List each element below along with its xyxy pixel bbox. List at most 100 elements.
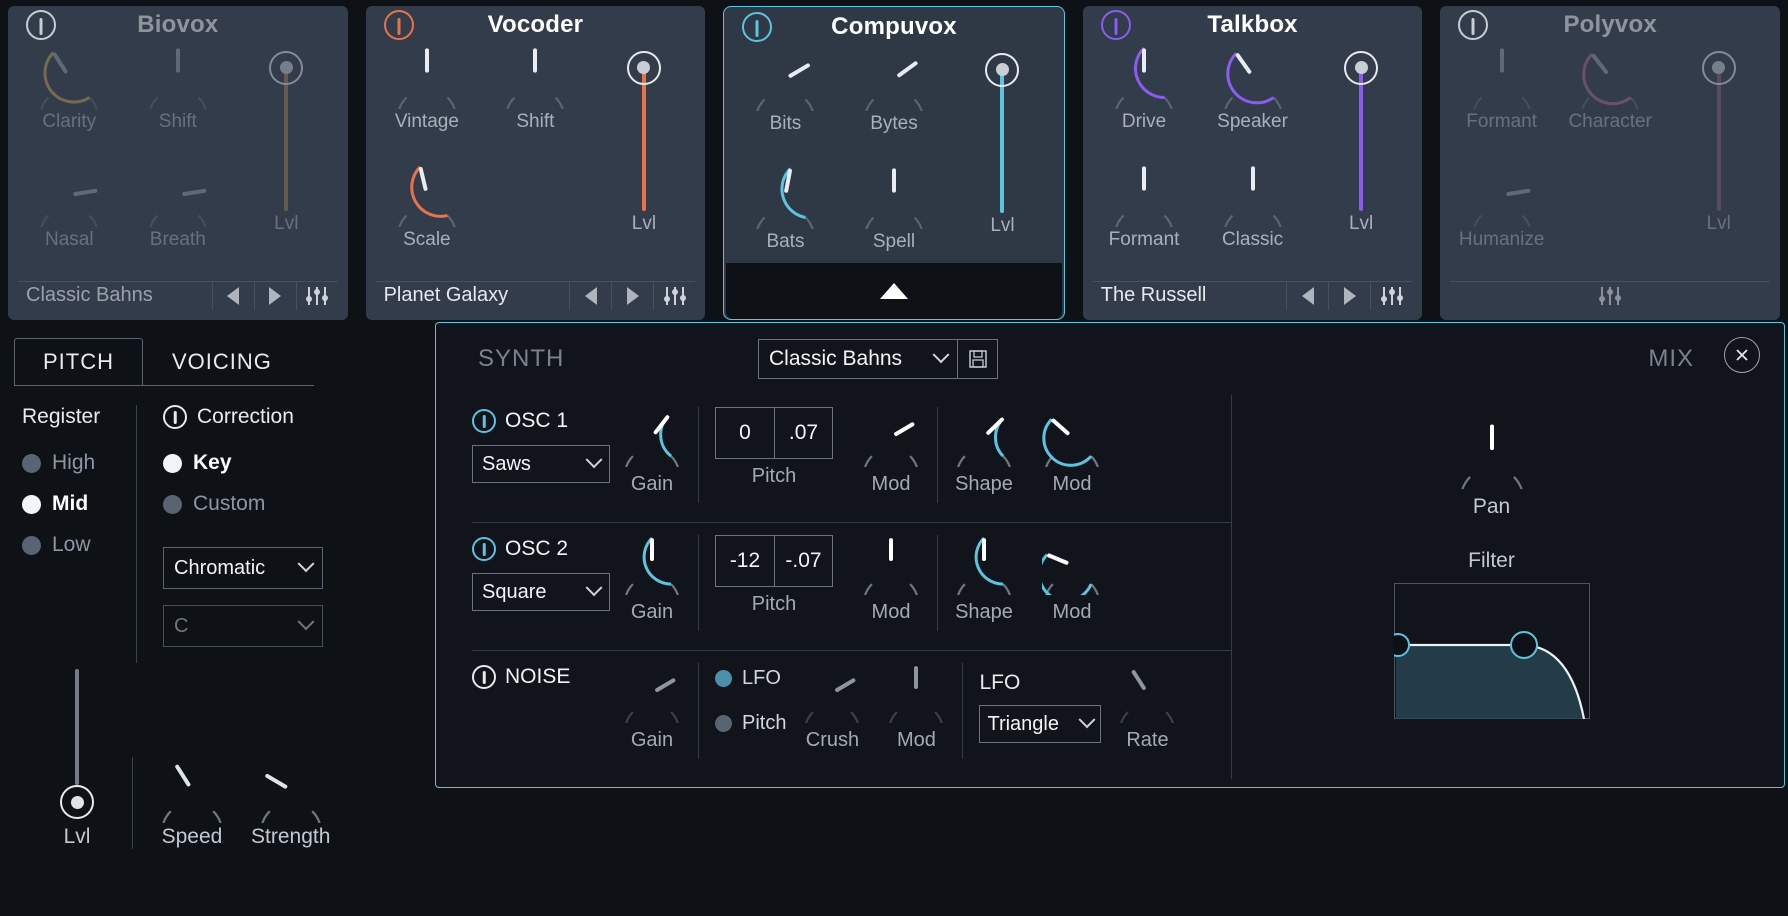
- pan-knob-dial[interactable]: [1458, 421, 1526, 489]
- knob-character[interactable]: Character: [1568, 45, 1652, 163]
- tab-pitch[interactable]: PITCH: [14, 338, 143, 386]
- preset-next-button[interactable]: [253, 281, 296, 310]
- osc2-gain-dial[interactable]: [622, 535, 682, 595]
- preset-prev-button[interactable]: [1286, 281, 1328, 310]
- osc2-pitch-cents[interactable]: -.07: [774, 536, 832, 586]
- strength-knob-dial[interactable]: [258, 757, 324, 823]
- knob-humanize[interactable]: Humanize: [1459, 163, 1544, 281]
- close-synth-button[interactable]: [1724, 337, 1760, 373]
- module-settings-button[interactable]: [1370, 281, 1412, 310]
- spell-knob-dial[interactable]: [862, 165, 926, 229]
- tab-voicing[interactable]: VOICING: [143, 338, 301, 386]
- scale-select[interactable]: Chromatic: [163, 547, 323, 589]
- fader-handle[interactable]: [60, 785, 94, 819]
- knob-shift[interactable]: Shift: [146, 45, 210, 163]
- noise-crush-mod[interactable]: Mod: [886, 651, 946, 752]
- noise-target-pitch[interactable]: Pitch: [715, 712, 786, 735]
- knob-bytes[interactable]: Bytes: [862, 47, 926, 165]
- module-level-fader[interactable]: [1339, 45, 1383, 235]
- noise-crush-mod-dial[interactable]: [886, 663, 946, 723]
- module-level-fader[interactable]: [1697, 45, 1741, 235]
- osc1-pitch-box[interactable]: 0 .07: [715, 407, 833, 459]
- bats-knob-dial[interactable]: [753, 165, 817, 229]
- module-power-icon[interactable]: [1100, 10, 1131, 41]
- register-option-high[interactable]: High: [22, 451, 132, 475]
- module-polyvox[interactable]: Polyvox Formant Humanize Character Lvl: [1440, 6, 1780, 320]
- module-level-fader[interactable]: [980, 47, 1024, 237]
- osc2-pitch-mod[interactable]: Mod: [861, 523, 921, 624]
- knob-formant[interactable]: Formant: [1466, 45, 1537, 163]
- osc1-pitch-mod-dial[interactable]: [861, 407, 921, 467]
- osc2-shape[interactable]: Shape: [954, 523, 1014, 624]
- module-settings-button[interactable]: [1589, 285, 1631, 307]
- module-power-icon[interactable]: [742, 11, 773, 42]
- osc1-shape-mod[interactable]: Mod: [1042, 395, 1102, 496]
- fader-handle[interactable]: [269, 50, 304, 85]
- fader-handle[interactable]: [985, 52, 1020, 87]
- strength-knob[interactable]: Strength: [251, 757, 330, 849]
- breath-knob-dial[interactable]: [146, 163, 210, 227]
- osc1-gain[interactable]: Gain: [622, 395, 682, 496]
- speaker-knob-dial[interactable]: [1221, 45, 1285, 109]
- osc1-pitch-cents[interactable]: .07: [774, 408, 832, 458]
- root-note-select[interactable]: C: [163, 605, 323, 647]
- formant-knob-dial[interactable]: [1112, 163, 1176, 227]
- osc1-shape-dial[interactable]: [954, 407, 1014, 467]
- module-power-icon[interactable]: [1458, 10, 1489, 41]
- pitch-level-fader-control[interactable]: [57, 669, 97, 819]
- preset-name[interactable]: Classic Bahns: [18, 282, 212, 310]
- noise-gain-dial[interactable]: [622, 663, 682, 723]
- module-level-fader[interactable]: [622, 45, 666, 235]
- osc2-shape-dial[interactable]: [954, 535, 1014, 595]
- filter-curve-display[interactable]: [1393, 583, 1590, 719]
- fader-handle[interactable]: [626, 50, 661, 85]
- knob-formant[interactable]: Formant: [1109, 163, 1179, 281]
- knob-breath[interactable]: Breath: [146, 163, 210, 281]
- preset-name[interactable]: The Russell: [1093, 282, 1287, 310]
- chevron-up-icon[interactable]: [879, 283, 908, 299]
- osc1-shape-mod-dial[interactable]: [1042, 407, 1102, 467]
- osc1-waveform-select[interactable]: Saws: [472, 445, 610, 483]
- save-preset-button[interactable]: [958, 339, 998, 379]
- osc1-pitch-semitones[interactable]: 0: [716, 408, 774, 458]
- osc2-gain[interactable]: Gain: [622, 523, 682, 624]
- module-settings-button[interactable]: [295, 281, 338, 310]
- knob-shift[interactable]: Shift: [503, 45, 567, 163]
- module-power-icon[interactable]: [26, 10, 56, 41]
- preset-next-button[interactable]: [1328, 281, 1370, 310]
- lfo-shape-select[interactable]: Triangle: [979, 705, 1102, 743]
- module-power-icon[interactable]: [383, 10, 414, 41]
- osc1-shape[interactable]: Shape: [954, 395, 1014, 496]
- speed-knob-dial[interactable]: [159, 757, 225, 823]
- osc2-shape-mod[interactable]: Mod: [1042, 523, 1102, 624]
- drive-knob-dial[interactable]: [1112, 45, 1176, 109]
- noise-power-icon[interactable]: [472, 665, 496, 689]
- noise-target-lfo[interactable]: LFO: [715, 667, 786, 690]
- knob-nasal[interactable]: Nasal: [37, 163, 101, 281]
- fader-handle[interactable]: [1344, 50, 1379, 85]
- humanize-knob-dial[interactable]: [1470, 163, 1534, 227]
- osc2-shape-mod-dial[interactable]: [1042, 535, 1102, 595]
- noise-gain[interactable]: Gain: [622, 651, 682, 752]
- formant-knob-dial[interactable]: [1470, 45, 1534, 109]
- module-talkbox[interactable]: Talkbox Drive Formant Speaker Classic Lv…: [1082, 6, 1423, 320]
- knob-clarity[interactable]: Clarity: [37, 45, 101, 163]
- knob-vintage[interactable]: Vintage: [395, 45, 459, 163]
- module-settings-button[interactable]: [653, 281, 695, 310]
- lfo-rate-dial[interactable]: [1117, 663, 1177, 723]
- shift-knob-dial[interactable]: [503, 45, 567, 109]
- register-option-low[interactable]: Low: [22, 533, 132, 557]
- vintage-knob-dial[interactable]: [395, 45, 459, 109]
- register-option-mid[interactable]: Mid: [22, 492, 132, 516]
- speed-knob[interactable]: Speed: [159, 757, 225, 849]
- character-knob-dial[interactable]: [1578, 45, 1642, 109]
- osc1-pitch-mod[interactable]: Mod: [861, 395, 921, 496]
- preset-next-button[interactable]: [611, 281, 653, 310]
- knob-drive[interactable]: Drive: [1112, 45, 1176, 163]
- osc2-pitch-box[interactable]: -12 -.07: [715, 535, 833, 587]
- knob-scale[interactable]: Scale: [395, 163, 459, 281]
- preset-name[interactable]: Planet Galaxy: [376, 282, 570, 310]
- synth-expand-bar[interactable]: [725, 263, 1063, 319]
- osc2-pitch-mod-dial[interactable]: [861, 535, 921, 595]
- osc1-gain-dial[interactable]: [622, 407, 682, 467]
